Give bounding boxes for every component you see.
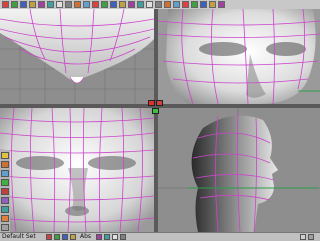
face-icon[interactable]: [182, 1, 189, 8]
left-toolbox: [0, 150, 10, 232]
viewport-side-canvas: [158, 9, 320, 104]
undo-icon[interactable]: [29, 1, 36, 8]
mirror-tool-icon[interactable]: [1, 215, 9, 222]
viewport-front-canvas: [0, 108, 154, 232]
swap-viewport-icon[interactable]: [156, 100, 163, 106]
viewport-side[interactable]: [158, 9, 320, 104]
point-icon[interactable]: [164, 1, 171, 8]
layout-viewport-icon[interactable]: [152, 108, 159, 114]
face-tool-icon[interactable]: [1, 170, 9, 177]
save-icon[interactable]: [20, 1, 27, 8]
redo-icon[interactable]: [38, 1, 45, 8]
lights-icon[interactable]: [110, 1, 117, 8]
camera-icon[interactable]: [119, 1, 126, 8]
paste-icon[interactable]: [65, 1, 72, 8]
settings-icon[interactable]: [300, 234, 306, 240]
render-icon[interactable]: [101, 1, 108, 8]
record-icon[interactable]: [46, 234, 52, 240]
play-icon[interactable]: [54, 234, 60, 240]
help-icon[interactable]: [218, 1, 225, 8]
copy-icon[interactable]: [56, 1, 63, 8]
viewport-perspective[interactable]: [158, 108, 320, 232]
stop-icon[interactable]: [62, 234, 68, 240]
maximize-viewport-icon[interactable]: [148, 100, 155, 106]
cut-icon[interactable]: [47, 1, 54, 8]
extrude-icon[interactable]: [209, 1, 216, 8]
materials-icon[interactable]: [128, 1, 135, 8]
camera-icon[interactable]: [112, 234, 118, 240]
rotate-tool-icon[interactable]: [1, 188, 9, 195]
point-tool-icon[interactable]: [1, 152, 9, 159]
viewport-front[interactable]: [0, 108, 154, 232]
light-icon[interactable]: [120, 234, 126, 240]
mirror-icon[interactable]: [191, 1, 198, 8]
select-icon[interactable]: [155, 1, 162, 8]
viewport-top-canvas: [0, 9, 154, 104]
snap-icon[interactable]: [146, 1, 153, 8]
open-icon[interactable]: [11, 1, 18, 8]
smooth-tool-icon[interactable]: [1, 224, 9, 231]
scale-tool-icon[interactable]: [1, 197, 9, 204]
viewport-top[interactable]: [0, 9, 154, 104]
help-icon[interactable]: [308, 234, 314, 240]
rotate-icon[interactable]: [83, 1, 90, 8]
viewport-perspective-canvas: [158, 108, 320, 232]
frame-back-icon[interactable]: [96, 234, 102, 240]
frame-forward-icon[interactable]: [104, 234, 110, 240]
extrude-tool-icon[interactable]: [1, 206, 9, 213]
scale-icon[interactable]: [92, 1, 99, 8]
move-tool-icon[interactable]: [1, 179, 9, 186]
grid-icon[interactable]: [137, 1, 144, 8]
edge-icon[interactable]: [173, 1, 180, 8]
move-icon[interactable]: [74, 1, 81, 8]
new-icon[interactable]: [2, 1, 9, 8]
edge-tool-icon[interactable]: [1, 161, 9, 168]
key-icon[interactable]: [70, 234, 76, 240]
viewport-divider-vertical[interactable]: [154, 9, 158, 232]
smooth-icon[interactable]: [200, 1, 207, 8]
